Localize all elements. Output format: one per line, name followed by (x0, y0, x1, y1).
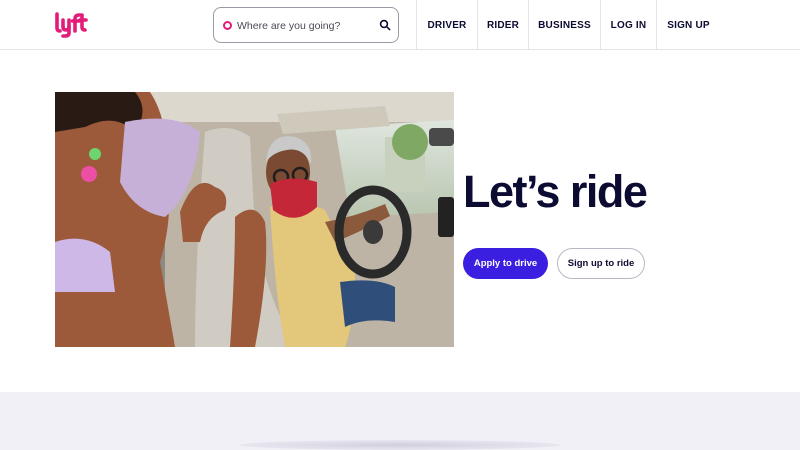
nav-rider[interactable]: RIDER (477, 0, 528, 50)
nav-log-in[interactable]: LOG IN (600, 0, 656, 50)
location-dot-icon (223, 21, 232, 30)
nav-business[interactable]: BUSINESS (528, 0, 600, 50)
site-header: DRIVER RIDER BUSINESS LOG IN SIGN UP (0, 0, 800, 50)
hero-headline: Let’s ride (463, 166, 648, 217)
hero-image (55, 92, 454, 347)
nav-sign-up[interactable]: SIGN UP (656, 0, 720, 50)
car-interior-illustration (55, 92, 454, 347)
nav-driver[interactable]: DRIVER (416, 0, 477, 50)
apply-to-drive-button[interactable]: Apply to drive (463, 248, 548, 279)
destination-input[interactable] (237, 16, 377, 35)
sign-up-to-ride-button[interactable]: Sign up to ride (557, 248, 645, 279)
lyft-logo[interactable] (54, 11, 88, 39)
destination-search[interactable] (213, 7, 399, 43)
card-shadow (240, 440, 560, 450)
next-section-band (0, 392, 800, 450)
search-icon[interactable] (379, 19, 391, 31)
